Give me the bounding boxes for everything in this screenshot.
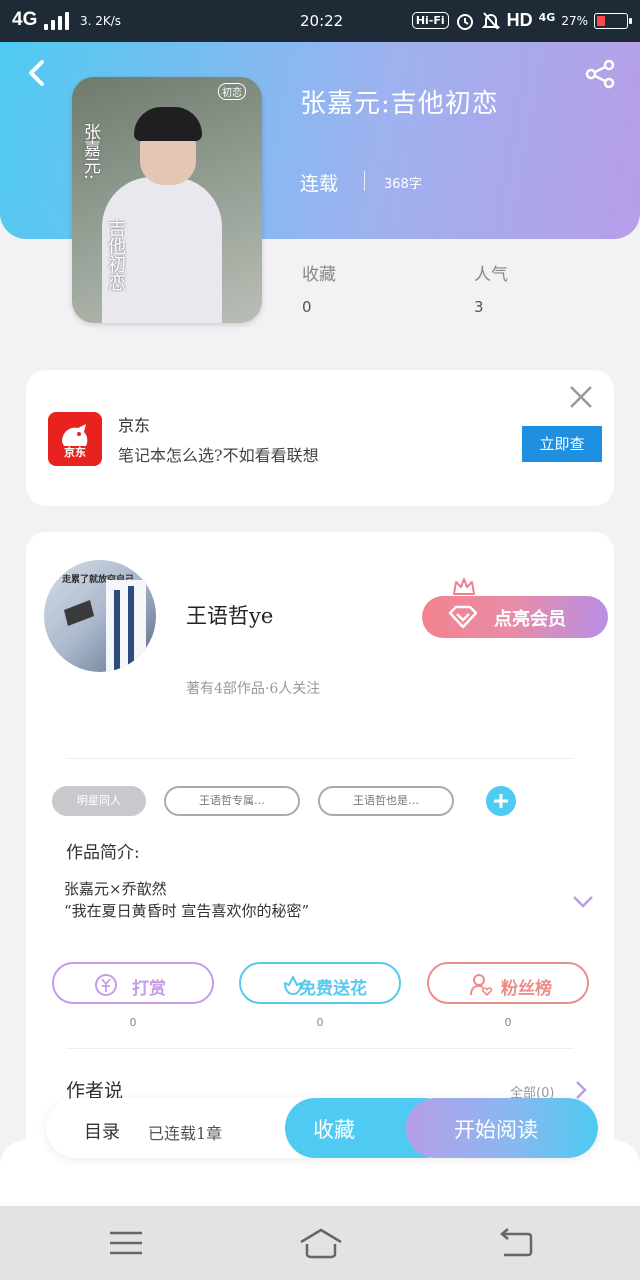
crown-icon bbox=[453, 578, 475, 595]
ad-description: 笔记本怎么选?不如看看联想 bbox=[118, 446, 319, 465]
favorites-value: 0 bbox=[302, 298, 312, 316]
tag-item[interactable]: 王语哲也是… bbox=[318, 786, 454, 816]
avatar[interactable]: 走累了就放空自己 bbox=[44, 560, 156, 672]
divider bbox=[66, 758, 574, 759]
system-nav-bar bbox=[0, 1206, 640, 1280]
intro-text: 张嘉元×乔歆然 “我在夏日黄昏时 宣告喜欢你的秘密” bbox=[64, 878, 309, 922]
fan-ranking-button-label: 粉丝榜 bbox=[501, 979, 552, 999]
signal-icon bbox=[44, 12, 70, 30]
jd-logo: 京东 bbox=[48, 412, 102, 466]
start-reading-button[interactable]: 开始阅读 bbox=[406, 1098, 598, 1158]
favorites-label: 收藏 bbox=[302, 265, 336, 285]
jd-logo-text: 京东 bbox=[64, 446, 86, 459]
yuan-coin-icon bbox=[95, 974, 117, 996]
chevron-down-icon[interactable] bbox=[572, 894, 594, 910]
cover-badge: 初恋 bbox=[218, 83, 246, 100]
send-flower-button-label: 免费送花 bbox=[299, 979, 367, 999]
reading-action-bar: 目录 已连载1章 收藏 开始阅读 bbox=[46, 1098, 598, 1158]
book-status: 连载 bbox=[300, 173, 339, 195]
alarm-icon bbox=[456, 13, 473, 30]
add-tag-button[interactable] bbox=[486, 786, 516, 816]
book-title: 张嘉元:吉他初恋 bbox=[300, 89, 499, 119]
author-name[interactable]: 王语哲ye bbox=[186, 600, 273, 630]
tip-count: 0 bbox=[129, 1016, 137, 1029]
back-nav-icon[interactable] bbox=[496, 1226, 536, 1260]
author-card: 走累了就放空自己 王语哲ye 著有4部作品·6人关注 点亮会员 明星同人 王语哲… bbox=[26, 532, 614, 1172]
ad-brand: 京东 bbox=[118, 416, 151, 435]
avatar-photo bbox=[64, 580, 146, 672]
popularity-label: 人气 bbox=[474, 265, 508, 285]
chapter-count: 已连载1章 bbox=[148, 1124, 223, 1143]
divider bbox=[364, 171, 365, 191]
toc-button[interactable]: 目录 bbox=[84, 1118, 120, 1144]
vip-button[interactable]: 点亮会员 bbox=[422, 596, 608, 638]
intro-label: 作品简介: bbox=[66, 843, 140, 863]
tag-item[interactable]: 明星同人 bbox=[52, 786, 146, 816]
hd-icon: HD bbox=[506, 10, 533, 30]
cover-title-2: 吉他初恋 bbox=[105, 219, 126, 291]
start-reading-button-label: 开始阅读 bbox=[454, 1118, 538, 1142]
plus-icon bbox=[494, 794, 508, 808]
ad-cta-button[interactable]: 立即查 bbox=[522, 426, 602, 462]
intro-line-1: 张嘉元×乔歆然 bbox=[64, 880, 167, 898]
ad-card[interactable]: 京东 京东 笔记本怎么选?不如看看联想 立即查 bbox=[26, 370, 614, 506]
battery-icon bbox=[594, 12, 632, 29]
fan-ranking-button[interactable]: 粉丝榜 bbox=[427, 962, 589, 1004]
hifi-icon: Hi-Fi bbox=[411, 12, 449, 29]
chevron-right-icon[interactable] bbox=[574, 1080, 588, 1100]
network-type: 4G bbox=[12, 9, 38, 30]
flower-count: 0 bbox=[316, 1016, 324, 1029]
mute-bell-icon bbox=[481, 11, 501, 30]
menu-icon[interactable] bbox=[106, 1226, 146, 1260]
fan-count: 0 bbox=[504, 1016, 512, 1029]
author-meta: 著有4部作品·6人关注 bbox=[186, 681, 321, 697]
popularity-value: 3 bbox=[474, 298, 484, 316]
diamond-icon bbox=[448, 605, 478, 629]
vip-button-label: 点亮会员 bbox=[494, 609, 566, 630]
tag-item[interactable]: 王语哲专属… bbox=[164, 786, 300, 816]
word-count: 368字 bbox=[384, 177, 422, 192]
tip-button-label: 打赏 bbox=[132, 979, 166, 999]
close-icon[interactable] bbox=[568, 384, 594, 410]
clock: 20:22 bbox=[300, 12, 344, 30]
battery-percent: 27% bbox=[561, 13, 588, 28]
mobile-data-icon: 4G bbox=[538, 11, 556, 24]
share-icon[interactable] bbox=[584, 58, 616, 90]
divider bbox=[66, 1048, 574, 1049]
back-icon[interactable] bbox=[22, 58, 52, 88]
home-icon[interactable] bbox=[298, 1226, 344, 1260]
user-heart-icon bbox=[470, 974, 493, 997]
network-speed: 3. 2K/s bbox=[80, 14, 122, 28]
intro-line-2: “我在夏日黄昏时 宣告喜欢你的秘密” bbox=[64, 902, 310, 920]
status-bar: 4G 3. 2K/s 20:22 Hi-Fi HD 4G 27% bbox=[0, 0, 640, 42]
book-cover[interactable]: 张嘉元: 吉他初恋 初恋 bbox=[72, 77, 262, 323]
tip-button[interactable]: 打赏 bbox=[52, 962, 214, 1004]
cover-title-1: 张嘉元: bbox=[80, 123, 100, 180]
cover-figure-hair bbox=[134, 107, 202, 141]
favorite-button-label: 收藏 bbox=[313, 1118, 355, 1142]
send-flower-button[interactable]: 免费送花 bbox=[239, 962, 401, 1004]
